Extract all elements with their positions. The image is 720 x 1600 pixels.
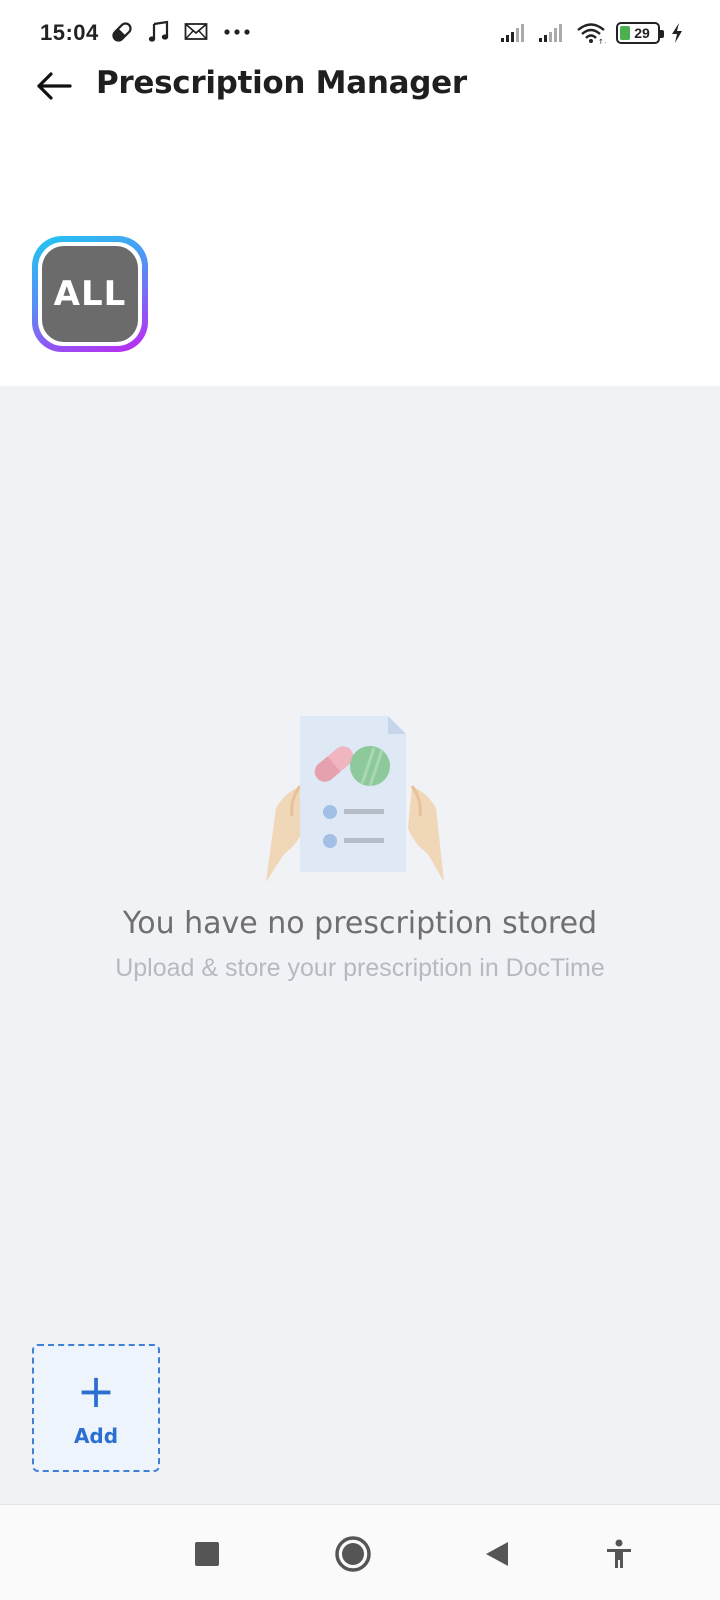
empty-state-title: You have no prescription stored xyxy=(122,906,598,941)
wifi-icon: ↑↓ xyxy=(577,23,606,44)
system-nav-bar xyxy=(0,1504,720,1600)
accessibility-button[interactable] xyxy=(594,1529,644,1579)
svg-text:↑↓: ↑↓ xyxy=(598,38,606,44)
status-system-icons: ↑↓ 29 xyxy=(500,22,684,44)
recents-button[interactable] xyxy=(182,1529,232,1579)
circle-icon xyxy=(335,1536,371,1572)
mail-icon xyxy=(184,23,208,40)
back-button[interactable] xyxy=(34,68,74,104)
filter-bar: ALL xyxy=(0,116,720,386)
filter-all-chip[interactable]: ALL xyxy=(32,236,148,352)
plus-icon: + xyxy=(76,1364,116,1418)
battery-icon: 29 xyxy=(616,22,664,44)
accessibility-icon xyxy=(607,1539,631,1568)
app-bar: Prescription Manager xyxy=(0,56,720,116)
prescription-illustration-icon xyxy=(266,716,444,882)
add-prescription-button[interactable]: + Add xyxy=(32,1344,160,1472)
battery-level: 29 xyxy=(634,25,650,41)
signal-icon xyxy=(501,24,524,42)
back-nav-button[interactable] xyxy=(472,1529,522,1579)
prescription-list-area: You have no prescription stored Upload &… xyxy=(0,386,720,1504)
page-title: Prescription Manager xyxy=(96,65,467,101)
status-time: 15:04 xyxy=(40,20,99,45)
status-notification-icons xyxy=(110,20,252,44)
music-note-icon xyxy=(148,20,169,42)
square-icon xyxy=(195,1542,219,1566)
more-dots-icon xyxy=(224,29,250,35)
filter-all-label: ALL xyxy=(53,274,127,314)
charging-icon xyxy=(672,23,682,43)
pill-icon xyxy=(112,22,132,42)
add-label: Add xyxy=(73,1424,119,1448)
empty-state-subtitle: Upload & store your prescription in DocT… xyxy=(115,954,605,982)
arrow-left-icon xyxy=(37,72,72,100)
triangle-back-icon xyxy=(486,1542,508,1566)
home-button[interactable] xyxy=(328,1529,378,1579)
signal-icon xyxy=(539,24,562,42)
